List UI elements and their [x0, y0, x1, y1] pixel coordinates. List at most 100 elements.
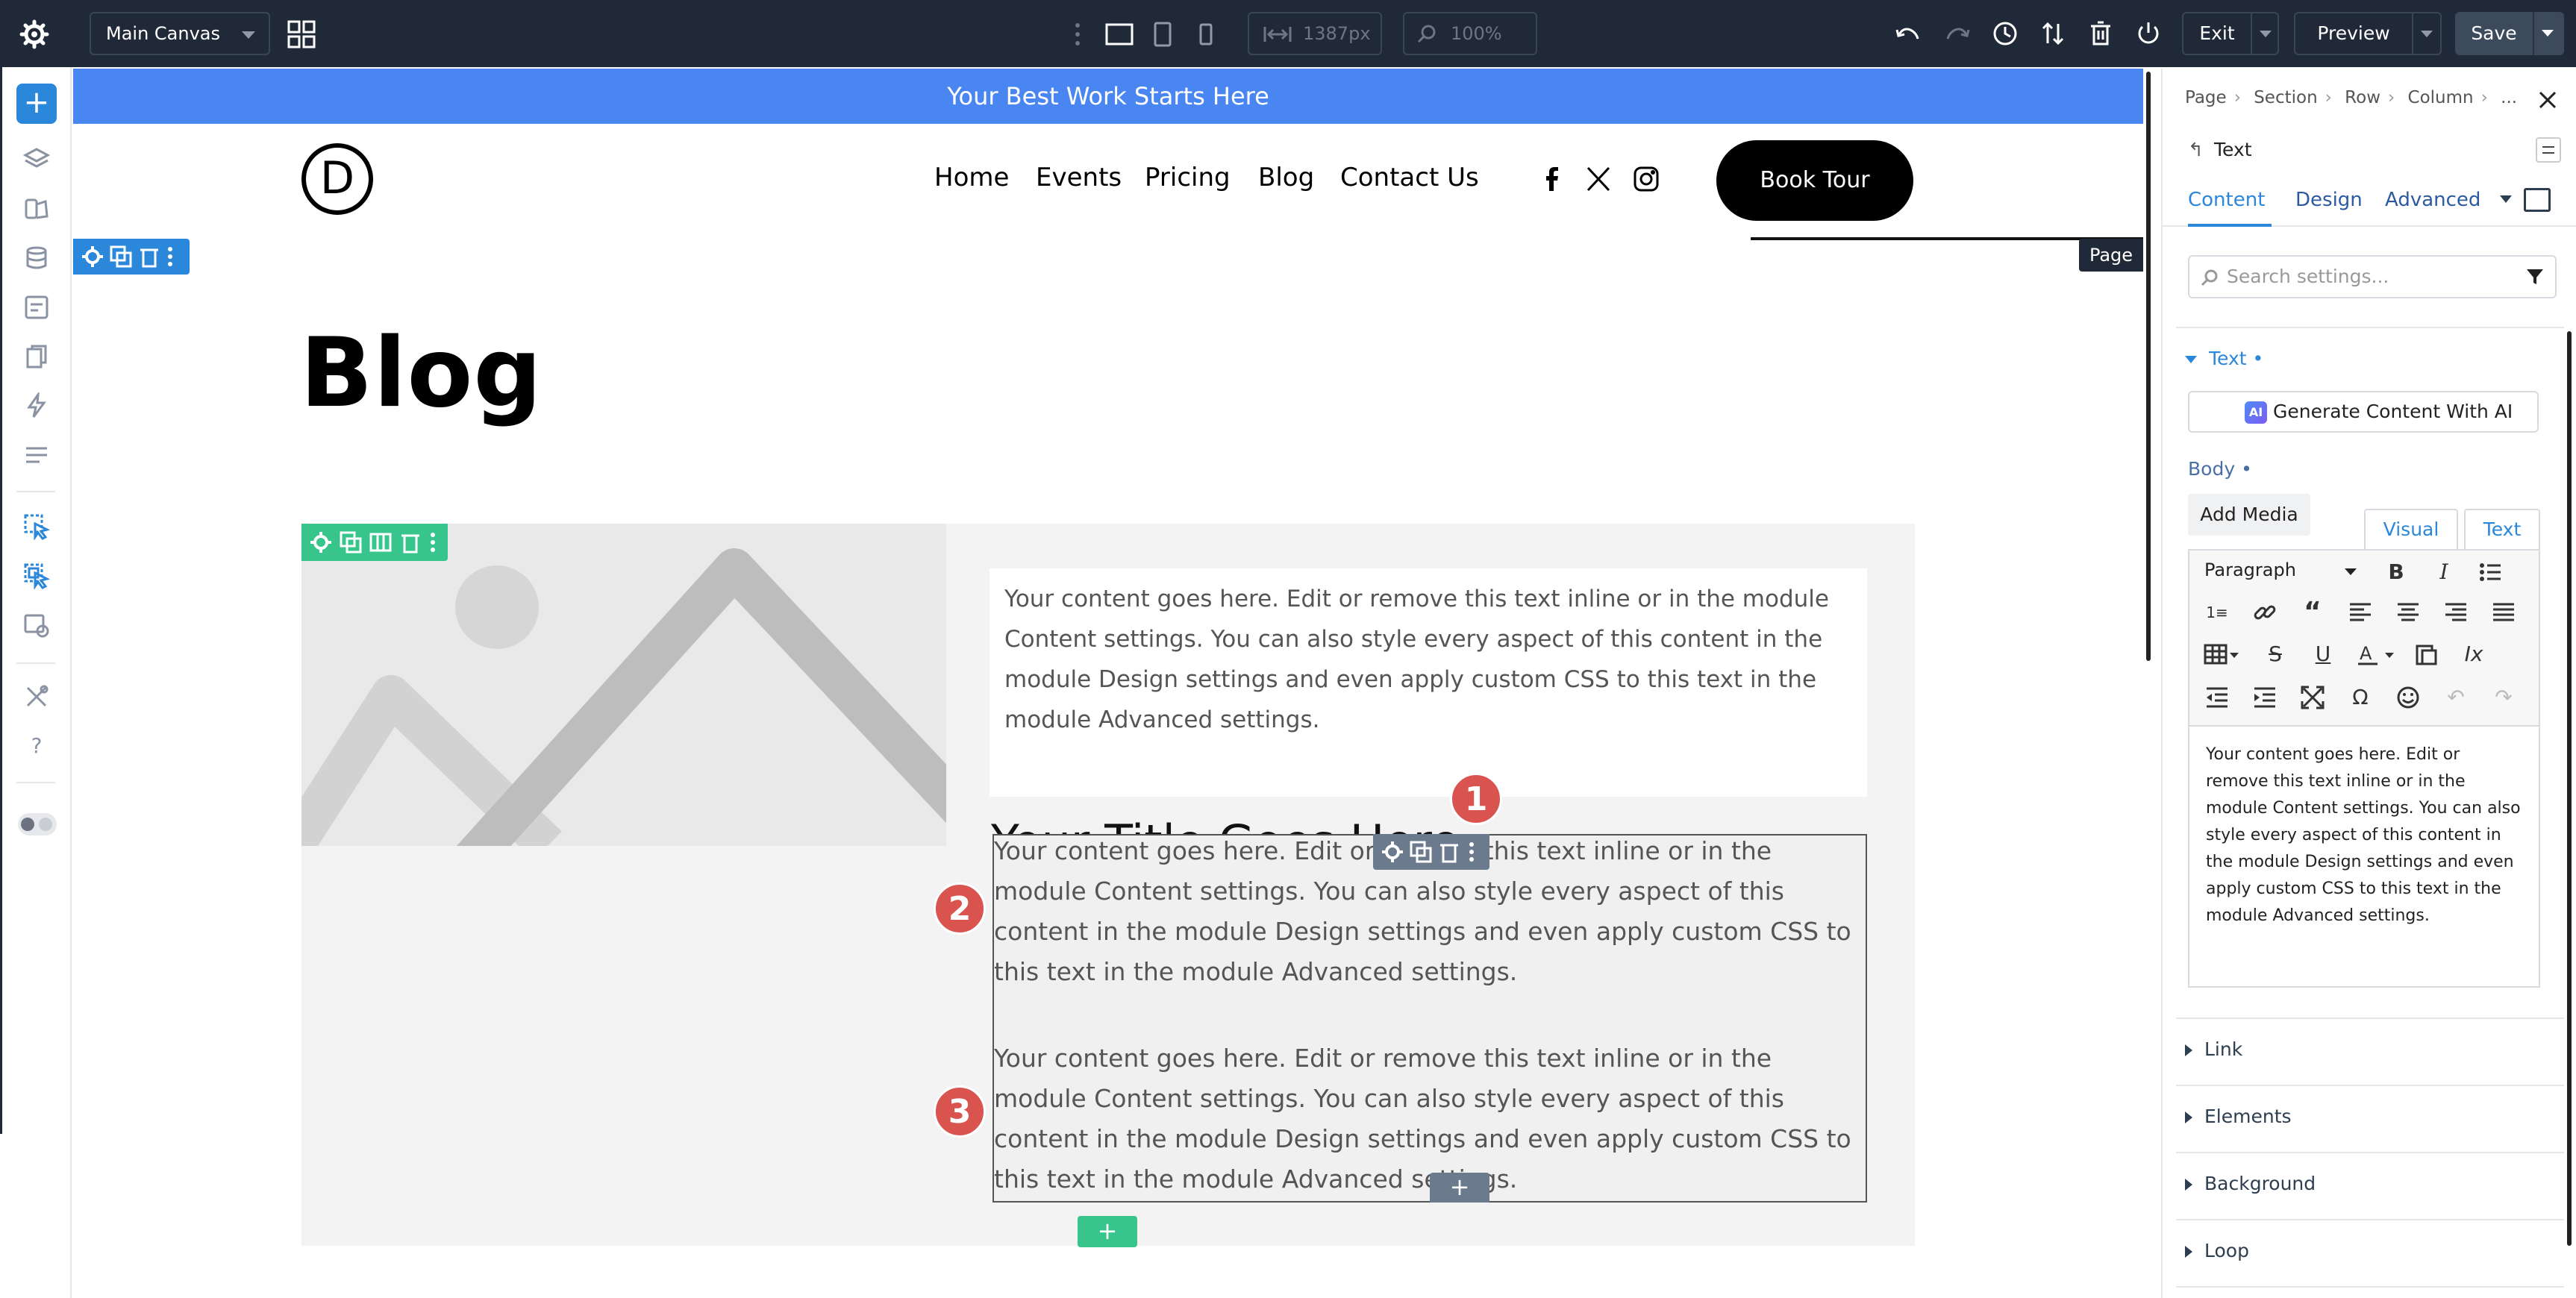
database-icon[interactable]	[23, 245, 50, 272]
view-mode-icon[interactable]	[2524, 188, 2551, 212]
special-character-icon[interactable]: Ω	[2348, 685, 2373, 710]
trash-icon[interactable]	[2086, 19, 2115, 48]
desktop-view-icon[interactable]	[1104, 19, 1134, 49]
pages-icon[interactable]	[23, 343, 50, 370]
more-vertical-icon[interactable]	[163, 245, 178, 269]
blockquote-icon[interactable]: “	[2300, 599, 2325, 626]
bold-icon[interactable]: B	[2383, 559, 2409, 585]
zoom-field[interactable]: 100%	[1403, 12, 1537, 55]
strikethrough-icon[interactable]: S	[2263, 642, 2288, 667]
loop-section-toggle[interactable]: Loop	[2185, 1240, 2249, 1261]
nav-pricing[interactable]: Pricing	[1145, 163, 1231, 192]
canvas-scrollbar[interactable]	[2146, 72, 2151, 661]
settings-gear-icon[interactable]	[81, 245, 104, 269]
canvas-select[interactable]: Main Canvas	[90, 12, 270, 55]
text-section-toggle[interactable]: Text •	[2185, 348, 2263, 369]
underline-icon[interactable]: U	[2310, 642, 2336, 667]
duplicate-icon[interactable]	[339, 530, 363, 554]
paste-icon[interactable]	[2413, 642, 2439, 667]
text-tab[interactable]: Text	[2464, 509, 2540, 551]
panel-scrollbar[interactable]	[2567, 331, 2572, 1246]
rich-text-editor[interactable]: Paragraph B I 1≡ “ S U A Ix Ω ↶ ↷ Your c…	[2188, 549, 2540, 988]
tablet-view-icon[interactable]	[1148, 19, 1178, 49]
close-icon[interactable]	[2536, 88, 2560, 112]
builder-settings-gear-icon[interactable]	[19, 19, 49, 49]
chevron-down-icon[interactable]	[2542, 30, 2554, 37]
link-section-toggle[interactable]: Link	[2185, 1038, 2242, 1060]
hand-select-icon[interactable]	[23, 513, 50, 540]
italic-icon[interactable]: I	[2431, 559, 2457, 585]
align-right-icon[interactable]	[2443, 600, 2469, 625]
duplicate-icon[interactable]	[1409, 840, 1433, 864]
tab-content[interactable]: Content	[2188, 179, 2272, 227]
emoji-icon[interactable]	[2395, 685, 2421, 710]
settings-search[interactable]: Search settings...	[2188, 255, 2557, 298]
intro-text-module[interactable]: Your content goes here. Edit or remove t…	[990, 568, 1867, 797]
filter-icon[interactable]	[2525, 267, 2545, 286]
align-left-icon[interactable]	[2348, 600, 2373, 625]
tab-design[interactable]: Design	[2295, 179, 2363, 227]
preview-button[interactable]: Preview	[2294, 12, 2442, 55]
duplicate-icon[interactable]	[109, 245, 133, 269]
undo-icon[interactable]	[1894, 19, 1922, 48]
indent-icon[interactable]	[2252, 685, 2278, 710]
mode-toggle[interactable]	[18, 813, 57, 835]
paint-icon[interactable]	[23, 195, 50, 222]
elements-section-toggle[interactable]: Elements	[2185, 1106, 2292, 1127]
add-row-button[interactable]: +	[1078, 1216, 1137, 1247]
save-button[interactable]: Save	[2455, 12, 2564, 55]
more-vertical-icon[interactable]	[1070, 21, 1085, 48]
breadcrumb-column[interactable]: Column	[2408, 88, 2474, 107]
paragraph-format-select[interactable]: Paragraph	[2204, 559, 2357, 580]
align-justify-icon[interactable]	[2491, 600, 2516, 625]
portability-icon[interactable]	[23, 294, 50, 321]
chevron-down-icon[interactable]	[2500, 195, 2512, 203]
more-vertical-icon[interactable]	[425, 530, 440, 554]
background-section-toggle[interactable]: Background	[2185, 1173, 2316, 1194]
site-logo[interactable]: D	[301, 143, 373, 215]
editor-content[interactable]: Your content goes here. Edit or remove t…	[2206, 742, 2527, 929]
help-icon[interactable]: ?	[23, 733, 50, 759]
align-center-icon[interactable]	[2395, 600, 2421, 625]
more-vertical-icon[interactable]	[1464, 840, 1479, 864]
fullscreen-icon[interactable]	[2300, 685, 2325, 710]
add-module-button[interactable]: +	[1430, 1173, 1489, 1203]
list-icon[interactable]	[23, 442, 50, 468]
breadcrumb-section[interactable]: Section	[2254, 88, 2317, 107]
book-tour-button[interactable]: Book Tour	[1716, 140, 1913, 221]
breadcrumb-page[interactable]: Page	[2185, 88, 2227, 107]
nav-events[interactable]: Events	[1036, 163, 1122, 192]
outdent-icon[interactable]	[2204, 685, 2230, 710]
trash-icon[interactable]	[398, 530, 422, 554]
grid-view-icon[interactable]	[287, 19, 316, 49]
power-icon[interactable]	[2134, 19, 2163, 48]
bullet-list-icon[interactable]	[2477, 559, 2503, 585]
facebook-icon[interactable]	[1539, 166, 1566, 192]
redo-icon[interactable]: ↷	[2491, 685, 2516, 710]
panel-options-icon[interactable]	[2536, 137, 2561, 163]
trash-icon[interactable]	[1437, 840, 1461, 864]
image-placeholder[interactable]	[301, 524, 946, 846]
generate-ai-button[interactable]: AI Generate Content With AI	[2188, 391, 2539, 433]
add-module-button[interactable]: +	[16, 84, 57, 124]
breadcrumb-row[interactable]: Row	[2345, 88, 2380, 107]
tools-icon[interactable]	[23, 683, 50, 710]
lightning-icon[interactable]	[23, 392, 50, 419]
builder-settings-icon[interactable]	[23, 612, 50, 639]
text-color-icon[interactable]: A	[2357, 642, 2398, 667]
visual-tab[interactable]: Visual	[2364, 509, 2458, 551]
trash-icon[interactable]	[137, 245, 161, 269]
tab-advanced[interactable]: Advanced	[2385, 179, 2480, 227]
instagram-icon[interactable]	[1633, 166, 1660, 192]
chevron-down-icon[interactable]	[2421, 31, 2433, 37]
settings-gear-icon[interactable]	[309, 530, 333, 554]
redo-icon[interactable]	[1943, 19, 1972, 48]
chevron-down-icon[interactable]	[2260, 31, 2272, 37]
history-clock-icon[interactable]	[1991, 19, 2019, 48]
exit-button[interactable]: Exit	[2182, 12, 2279, 55]
add-media-button[interactable]: Add Media	[2188, 494, 2310, 536]
table-icon[interactable]	[2203, 642, 2242, 667]
breadcrumb-more[interactable]: ...	[2501, 88, 2517, 107]
nav-contact-us[interactable]: Contact Us	[1340, 163, 1479, 192]
multi-select-icon[interactable]	[23, 562, 50, 589]
